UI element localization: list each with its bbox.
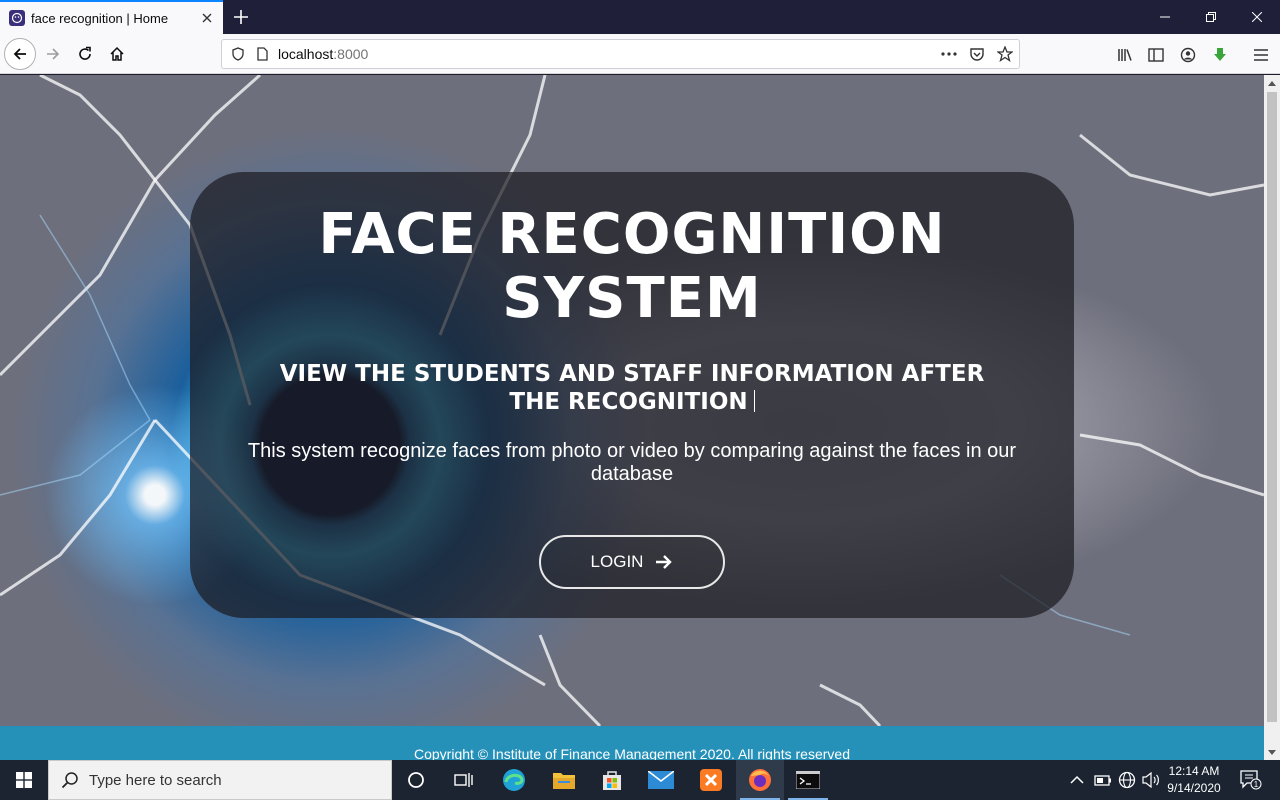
- task-view-icon[interactable]: [440, 760, 488, 800]
- cortana-circle-icon[interactable]: [392, 760, 440, 800]
- network-globe-icon[interactable]: [1118, 760, 1136, 800]
- xampp-icon[interactable]: [687, 760, 735, 800]
- back-arrow-icon[interactable]: [4, 38, 36, 70]
- close-window-icon[interactable]: [1234, 0, 1280, 34]
- shield-icon[interactable]: [230, 46, 246, 62]
- clock-date: 9/14/2020: [1167, 781, 1221, 795]
- windows-taskbar: Type here to search 12:14 AM 9/14/2020 1: [0, 760, 1280, 800]
- download-extension-icon[interactable]: [1211, 46, 1229, 64]
- volume-speaker-icon[interactable]: [1142, 760, 1160, 800]
- show-hidden-icons-chevron-icon[interactable]: [1070, 760, 1084, 800]
- url-text: localhost:8000: [278, 46, 369, 62]
- hero-description: This system recognize faces from photo o…: [247, 440, 1017, 485]
- scroll-down-icon[interactable]: [1264, 744, 1280, 760]
- clock-time: 12:14 AM: [1168, 764, 1220, 778]
- reload-icon[interactable]: [69, 38, 101, 70]
- edge-browser-icon[interactable]: [490, 760, 538, 800]
- notification-count: 1: [1254, 780, 1259, 789]
- microsoft-store-icon[interactable]: [588, 760, 636, 800]
- scrollbar-thumb[interactable]: [1267, 92, 1277, 722]
- address-bar[interactable]: localhost:8000: [221, 39, 1020, 69]
- mail-icon[interactable]: [637, 760, 685, 800]
- search-placeholder: Type here to search: [89, 771, 222, 789]
- typing-cursor: [753, 390, 755, 412]
- page-footer: Copyright © Institute of Finance Managem…: [0, 726, 1264, 760]
- page-viewport: FACE RECOGNITION SYSTEM VIEW THE STUDENTS…: [0, 75, 1264, 760]
- battery-icon[interactable]: [1094, 760, 1112, 800]
- file-explorer-icon[interactable]: [540, 760, 588, 800]
- tab-title: face recognition | Home: [31, 10, 169, 26]
- windows-start-icon[interactable]: [0, 760, 48, 800]
- bookmark-star-icon[interactable]: [997, 46, 1013, 62]
- scroll-up-icon[interactable]: [1264, 75, 1280, 91]
- footer-copyright: Copyright © Institute of Finance Managem…: [414, 746, 850, 760]
- sidebar-icon[interactable]: [1147, 46, 1165, 64]
- library-icon[interactable]: [1116, 46, 1134, 64]
- home-icon[interactable]: [101, 38, 133, 70]
- login-button[interactable]: LOGIN: [539, 535, 725, 589]
- browser-tab[interactable]: face recognition | Home: [0, 0, 223, 34]
- action-center-notification-icon[interactable]: 1: [1236, 760, 1266, 800]
- arrow-right-icon: [655, 553, 673, 571]
- site-favicon-icon: [9, 10, 25, 26]
- close-tab-icon[interactable]: [199, 10, 215, 26]
- page-info-icon[interactable]: [254, 46, 270, 62]
- pocket-icon[interactable]: [969, 46, 985, 62]
- login-label: LOGIN: [590, 552, 644, 571]
- restore-window-icon[interactable]: [1188, 0, 1234, 34]
- menu-hamburger-icon[interactable]: [1252, 46, 1270, 64]
- forward-arrow-icon[interactable]: [37, 38, 69, 70]
- hero-background: FACE RECOGNITION SYSTEM VIEW THE STUDENTS…: [0, 75, 1264, 726]
- hero-subtitle: VIEW THE STUDENTS AND STAFF INFORMATION …: [279, 361, 985, 415]
- firefox-icon[interactable]: [736, 760, 784, 800]
- browser-tab-strip: face recognition | Home: [0, 0, 1280, 34]
- minimize-window-icon[interactable]: [1142, 0, 1188, 34]
- new-tab-plus-icon[interactable]: [230, 6, 252, 28]
- search-icon: [61, 771, 79, 789]
- vertical-scrollbar[interactable]: [1264, 75, 1280, 760]
- taskbar-search-box[interactable]: Type here to search: [48, 760, 392, 800]
- command-prompt-icon[interactable]: [784, 760, 832, 800]
- page-actions-icon[interactable]: [941, 46, 957, 62]
- account-icon[interactable]: [1179, 46, 1197, 64]
- taskbar-clock[interactable]: 12:14 AM 9/14/2020: [1160, 763, 1228, 797]
- browser-nav-bar: localhost:8000: [0, 34, 1280, 74]
- page-title: FACE RECOGNITION SYSTEM: [318, 202, 946, 331]
